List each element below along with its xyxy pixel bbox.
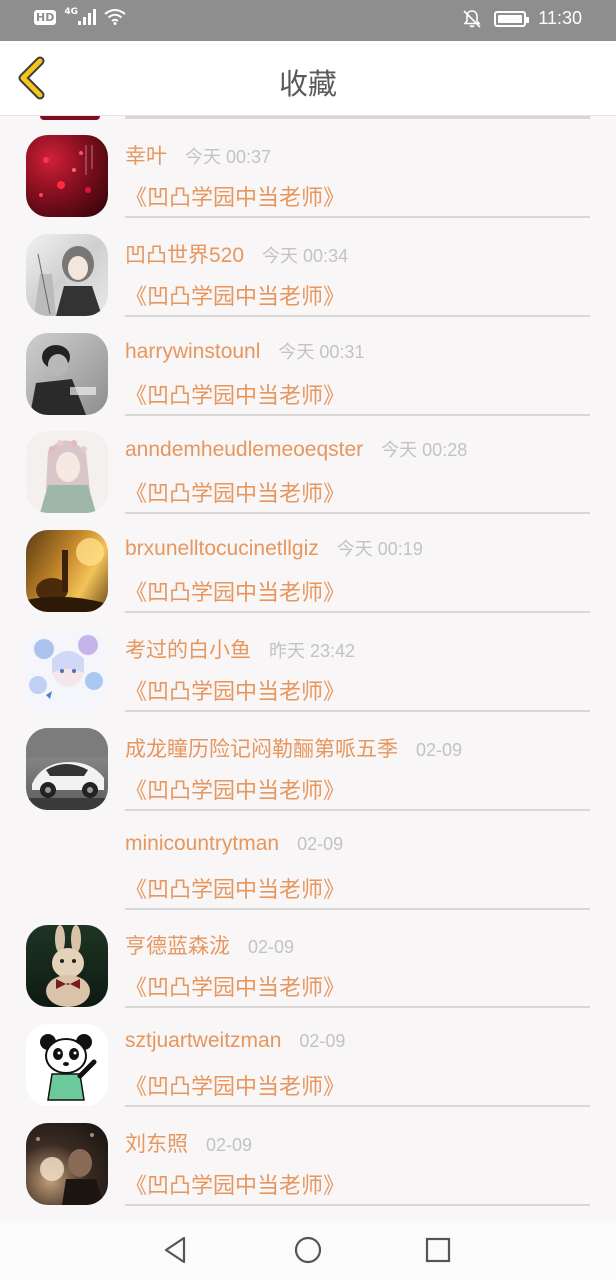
book-title: 《凹凸学园中当老师》 (125, 878, 346, 903)
avatar (26, 1123, 108, 1205)
list-item[interactable]: sztjuartweitzman 02-09 《凹凸学园中当老师》 (0, 1005, 616, 1107)
nav-home-button[interactable] (292, 1234, 324, 1266)
timestamp: 昨天 23:42 (269, 641, 356, 661)
timestamp: 02-09 (416, 740, 463, 760)
user-name: brxunelltocucinetllgiz (125, 537, 319, 560)
book-title: 《凹凸学园中当老师》 (125, 285, 346, 310)
book-title: 《凹凸学园中当老师》 (125, 482, 346, 507)
status-bar: HD 4G 11:30 (0, 0, 616, 41)
user-name: harrywinstounl (125, 340, 261, 363)
user-name: minicountrytman (125, 832, 280, 855)
book-title: 《凹凸学园中当老师》 (125, 581, 346, 606)
timestamp: 02-09 (299, 1031, 346, 1051)
user-name: 成龙瞳历险记闷勒酾第哌五季 (125, 738, 398, 761)
avatar (26, 1024, 108, 1106)
user-name: 幸叶 (125, 145, 167, 168)
avatar (26, 629, 108, 711)
avatar (26, 135, 108, 217)
system-nav-bar (0, 1220, 616, 1280)
favorites-list[interactable]: 幸叶 今天 00:37 《凹凸学园中当老师》 凹凸世界520 今天 00:34 … (0, 116, 616, 1220)
user-name: anndemheudlemeoeqster (125, 438, 364, 461)
user-name: 考过的白小鱼 (125, 639, 251, 662)
list-item[interactable]: 亨德蓝森泷 02-09 《凹凸学园中当老师》 (0, 906, 616, 1008)
avatar (26, 925, 108, 1007)
user-name: 亨德蓝森泷 (125, 935, 230, 958)
book-title: 《凹凸学园中当老师》 (125, 779, 346, 804)
avatar (26, 530, 108, 612)
list-item[interactable]: anndemheudlemeoeqster 今天 00:28 《凹凸学园中当老师… (0, 412, 616, 514)
timestamp: 02-09 (206, 1135, 253, 1155)
book-title: 《凹凸学园中当老师》 (125, 186, 346, 211)
avatar (26, 827, 108, 909)
header: 收藏 (0, 41, 616, 116)
timestamp: 今天 00:28 (381, 440, 468, 460)
book-title: 《凹凸学园中当老师》 (125, 1075, 346, 1100)
list-item[interactable]: 成龙瞳历险记闷勒酾第哌五季 02-09 《凹凸学园中当老师》 (0, 709, 616, 811)
list-item[interactable]: 幸叶 今天 00:37 《凹凸学园中当老师》 (0, 116, 616, 218)
status-left: HD 4G (34, 7, 126, 25)
list-item[interactable]: 刘东照 02-09 《凹凸学园中当老师》 (0, 1104, 616, 1206)
battery-icon (494, 10, 530, 27)
avatar (26, 234, 108, 316)
back-triangle-icon (164, 1236, 186, 1264)
avatar (26, 728, 108, 810)
timestamp: 02-09 (248, 937, 295, 957)
wifi-icon (104, 9, 126, 25)
avatar (26, 333, 108, 415)
notifications-off-icon (463, 9, 481, 28)
nav-back-button[interactable] (160, 1234, 192, 1266)
timestamp: 今天 00:34 (262, 246, 349, 266)
list-item[interactable]: harrywinstounl 今天 00:31 《凹凸学园中当老师》 (0, 314, 616, 416)
page-title: 收藏 (278, 67, 337, 101)
book-title: 《凹凸学园中当老师》 (125, 976, 346, 1001)
user-name: sztjuartweitzman (125, 1029, 282, 1052)
list-item[interactable]: minicountrytman 02-09 《凹凸学园中当老师》 (0, 808, 616, 910)
hd-badge-icon: HD (34, 9, 57, 25)
cellular-signal-icon (78, 9, 96, 25)
list-item[interactable]: 考过的白小鱼 昨天 23:42 《凹凸学园中当老师》 (0, 610, 616, 712)
home-circle-icon (294, 1236, 322, 1264)
divider (125, 1204, 590, 1206)
timestamp: 今天 00:31 (278, 342, 365, 362)
timestamp: 02-09 (297, 834, 344, 854)
book-title: 《凹凸学园中当老师》 (125, 384, 346, 409)
status-right: 11:30 (462, 8, 582, 29)
book-title: 《凹凸学园中当老师》 (125, 680, 346, 705)
timestamp: 今天 00:19 (336, 539, 423, 559)
network-type: 4G (64, 7, 78, 17)
book-title: 《凹凸学园中当老师》 (125, 1174, 346, 1199)
recents-square-icon (425, 1237, 451, 1263)
user-name: 刘东照 (125, 1133, 188, 1156)
nav-recents-button[interactable] (422, 1234, 454, 1266)
list-item[interactable]: brxunelltocucinetllgiz 今天 00:19 《凹凸学园中当老… (0, 511, 616, 613)
status-time: 11:30 (538, 8, 582, 28)
avatar (26, 431, 108, 513)
list-item[interactable]: 凹凸世界520 今天 00:34 《凹凸学园中当老师》 (0, 215, 616, 317)
user-name: 凹凸世界520 (125, 244, 245, 267)
timestamp: 今天 00:37 (185, 147, 272, 167)
